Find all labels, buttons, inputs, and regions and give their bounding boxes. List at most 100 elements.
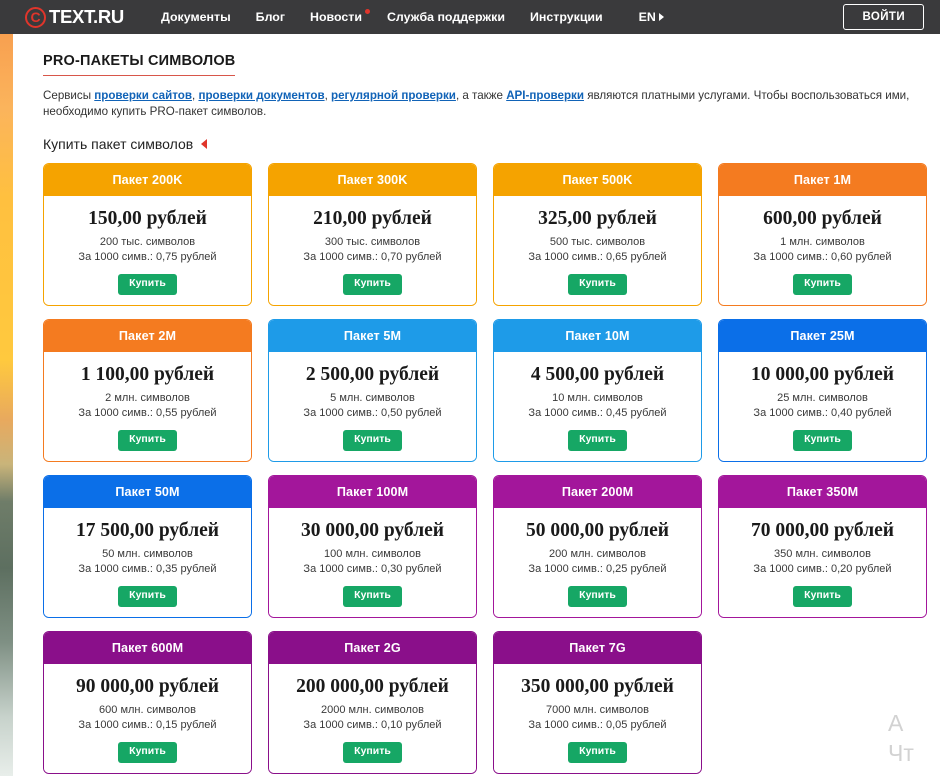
- package-card-header: Пакет 200K: [44, 164, 251, 196]
- package-volume: 5 млн. символов: [330, 392, 415, 405]
- package-card-header: Пакет 25M: [719, 320, 926, 352]
- package-card-body: 210,00 рублей 300 тыс. символов За 1000 си…: [269, 196, 476, 305]
- package-rate: За 1000 симв.: 0,50 рублей: [303, 407, 442, 420]
- package-card: Пакет 1M 600,00 рублей 1 млн. символов За 1…: [718, 163, 927, 306]
- nav-item-blog[interactable]: Блог: [256, 10, 285, 24]
- package-card-header: Пакет 100M: [269, 476, 476, 508]
- package-name: Пакет 600M: [111, 641, 184, 655]
- package-volume: 600 млн. символов: [99, 704, 196, 717]
- package-price: 325,00 рублей: [538, 208, 657, 229]
- buy-button[interactable]: Купить: [793, 430, 852, 452]
- buy-button[interactable]: Купить: [343, 742, 402, 764]
- package-name: Пакет 500K: [562, 173, 633, 187]
- package-name: Пакет 200K: [112, 173, 183, 187]
- package-card: Пакет 2M 1 100,00 рублей 2 млн. символов За…: [43, 319, 252, 462]
- package-card-header: Пакет 600M: [44, 632, 251, 664]
- buy-button[interactable]: Купить: [568, 274, 627, 296]
- buy-button[interactable]: Купить: [568, 742, 627, 764]
- buy-button[interactable]: Купить: [793, 586, 852, 608]
- package-card-body: 30 000,00 рублей 100 млн. символов За 1000…: [269, 508, 476, 617]
- package-rate: За 1000 симв.: 0,25 рублей: [528, 563, 667, 576]
- package-volume: 200 млн. символов: [549, 548, 646, 561]
- package-card: Пакет 500K 325,00 рублей 500 тыс. символов…: [493, 163, 702, 306]
- package-name: Пакет 100M: [336, 485, 409, 499]
- package-card: Пакет 600M 90 000,00 рублей 600 млн. симво…: [43, 631, 252, 774]
- package-card-body: 17 500,00 рублей 50 млн. символов За 1000 …: [44, 508, 251, 617]
- buy-button[interactable]: Купить: [118, 274, 177, 296]
- intro-text-4: , а также: [455, 89, 507, 102]
- buy-button[interactable]: Купить: [568, 586, 627, 608]
- package-card: Пакет 300K 210,00 рублей 300 тыс. символов…: [268, 163, 477, 306]
- package-volume: 350 млн. символов: [774, 548, 871, 561]
- package-volume: 2 млн. символов: [105, 392, 190, 405]
- link-regular-check[interactable]: регулярной проверки: [331, 89, 456, 102]
- nav-item-news[interactable]: Новости: [310, 9, 370, 24]
- package-volume: 300 тыс. символов: [324, 236, 421, 249]
- package-price: 30 000,00 рублей: [300, 520, 445, 541]
- package-price: 70 000,00 рублей: [750, 520, 895, 541]
- package-card-header: Пакет 2G: [269, 632, 476, 664]
- buy-button[interactable]: Купить: [343, 430, 402, 452]
- package-rate: За 1000 симв.: 0,10 рублей: [303, 719, 442, 732]
- link-site-check[interactable]: проверки сайтов: [94, 89, 192, 102]
- login-button[interactable]: ВОЙТИ: [843, 4, 924, 30]
- nav-item-news-label: Новости: [310, 10, 362, 24]
- package-name: Пакет 350M: [786, 485, 859, 499]
- package-card: Пакет 5M 2 500,00 рублей 5 млн. символов За…: [268, 319, 477, 462]
- package-grid: Пакет 200K 150,00 рублей 200 тыс. символов…: [43, 163, 940, 774]
- package-name: Пакет 7G: [569, 641, 626, 655]
- buy-button[interactable]: Купить: [343, 274, 402, 296]
- package-price: 350 000,00 рублей: [521, 676, 674, 697]
- main-content: PRO-ПАКЕТЫ СИМВОЛОВ Сервисы проверки сай…: [13, 34, 940, 776]
- package-card-body: 150,00 рублей 200 тыс. символов За 1000 си…: [44, 196, 251, 305]
- triangle-left-icon[interactable]: [201, 139, 208, 149]
- package-rate: За 1000 симв.: 0,30 рублей: [303, 563, 442, 576]
- site-logo[interactable]: C TEXT.RU: [25, 6, 124, 28]
- package-volume: 100 млн. символов: [324, 548, 421, 561]
- buy-packages-subheading-label: Купить пакет символов: [43, 136, 194, 152]
- package-rate: За 1000 симв.: 0,45 рублей: [528, 407, 667, 420]
- package-price: 10 000,00 рублей: [750, 364, 895, 385]
- buy-button[interactable]: Купить: [343, 586, 402, 608]
- package-rate: За 1000 симв.: 0,20 рублей: [753, 563, 892, 576]
- package-name: Пакет 200M: [561, 485, 634, 499]
- package-name: Пакет 50M: [115, 485, 180, 499]
- package-price: 600,00 рублей: [763, 208, 882, 229]
- nav-item-documents[interactable]: Документы: [161, 10, 231, 24]
- package-volume: 10 млн. символов: [552, 392, 643, 405]
- buy-button[interactable]: Купить: [118, 742, 177, 764]
- package-card: Пакет 200M 50 000,00 рублей 200 млн. симво…: [493, 475, 702, 618]
- language-switcher-label: EN: [638, 10, 656, 24]
- package-volume: 50 млн. символов: [102, 548, 193, 561]
- buy-button[interactable]: Купить: [118, 430, 177, 452]
- package-volume: 1 млн. символов: [780, 236, 865, 249]
- link-api-check[interactable]: API-проверки: [506, 89, 584, 102]
- package-card: Пакет 25M 10 000,00 рублей 25 млн. символо…: [718, 319, 927, 462]
- package-card-body: 200 000,00 рублей 2000 млн. символов За 10…: [269, 664, 476, 773]
- buy-button[interactable]: Купить: [118, 586, 177, 608]
- language-switcher[interactable]: EN: [639, 10, 664, 24]
- link-document-check[interactable]: проверки документов: [198, 89, 324, 102]
- package-price: 1 100,00 рублей: [80, 364, 215, 385]
- package-rate: За 1000 симв.: 0,60 рублей: [753, 251, 892, 264]
- package-card-header: Пакет 10M: [494, 320, 701, 352]
- package-card-header: Пакет 1M: [719, 164, 926, 196]
- package-price: 210,00 рублей: [313, 208, 432, 229]
- package-name: Пакет 25M: [790, 329, 855, 343]
- package-name: Пакет 300K: [337, 173, 408, 187]
- page-title: PRO-ПАКЕТЫ СИМВОЛОВ: [43, 53, 236, 76]
- buy-button[interactable]: Купить: [568, 430, 627, 452]
- buy-packages-subheading: Купить пакет символов: [43, 136, 940, 152]
- news-notification-dot-icon: [364, 9, 370, 14]
- nav-item-instructions[interactable]: Инструкции: [530, 10, 603, 24]
- package-name: Пакет 5M: [343, 329, 402, 343]
- package-card-header: Пакет 7G: [494, 632, 701, 664]
- package-card-header: Пакет 50M: [44, 476, 251, 508]
- package-name: Пакет 2M: [118, 329, 177, 343]
- package-volume: 500 тыс. символов: [549, 236, 646, 249]
- package-rate: За 1000 симв.: 0,75 рублей: [78, 251, 217, 264]
- nav-item-support[interactable]: Служба поддержки: [387, 10, 505, 24]
- package-card: Пакет 7G 350 000,00 рублей 7000 млн. симво…: [493, 631, 702, 774]
- buy-button[interactable]: Купить: [793, 274, 852, 296]
- package-card-header: Пакет 5M: [269, 320, 476, 352]
